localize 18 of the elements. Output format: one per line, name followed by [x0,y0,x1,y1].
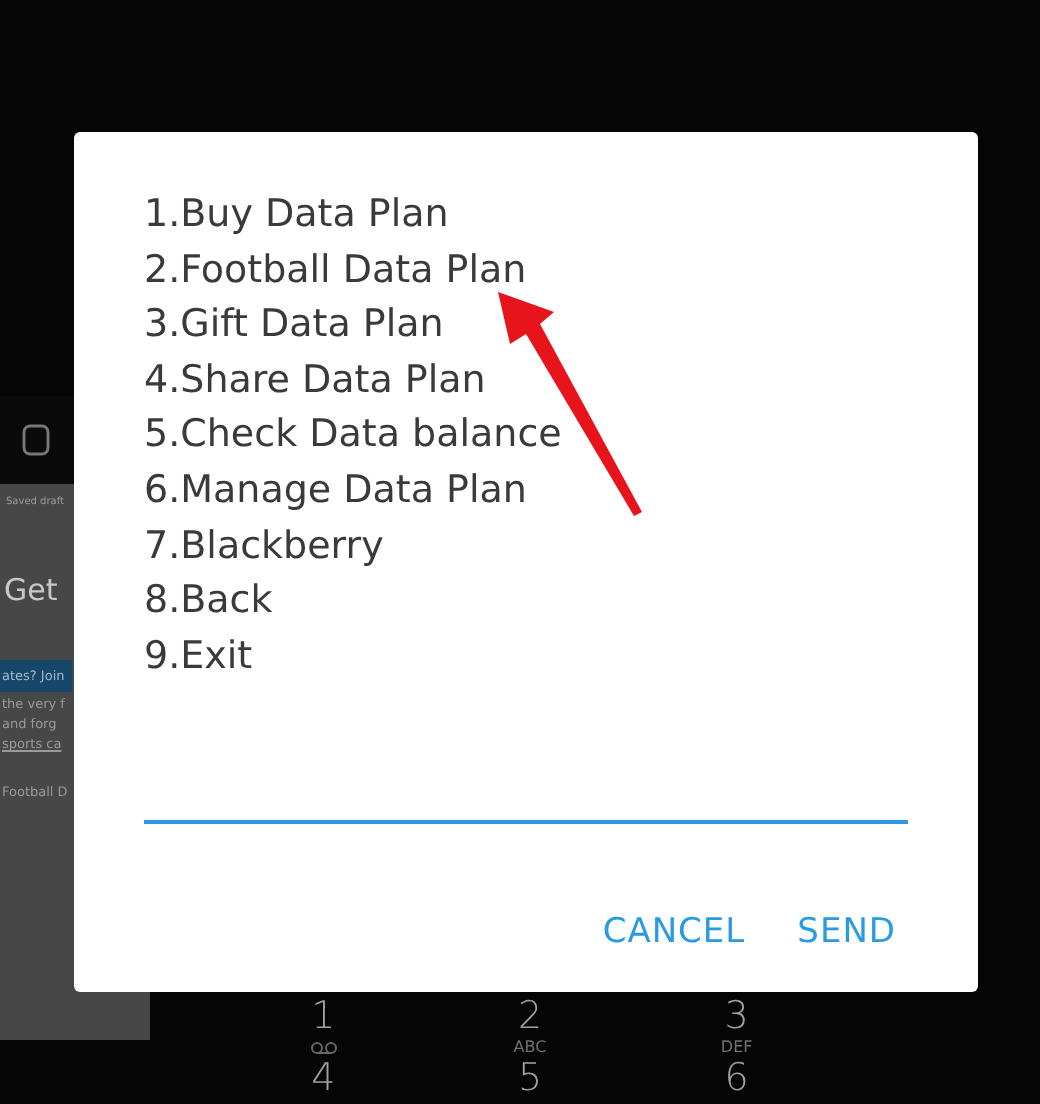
dial-key[interactable]: 2 ABC [426,996,634,1058]
dial-key[interactable]: 3 DEF [633,996,840,1058]
menu-option: 1.Buy Data Plan [144,188,908,244]
dial-key[interactable]: 6 [633,1058,840,1100]
menu-option: 7.Blackberry [144,519,908,575]
dial-key[interactable]: 1 [220,996,427,1058]
menu-option: 2.Football Data Plan [144,243,908,299]
menu-option: 5.Check Data balance [144,408,908,464]
menu-option: 3.Gift Data Plan [144,298,908,354]
menu-option: 4.Share Data Plan [144,353,908,409]
menu-option: 6.Manage Data Plan [144,463,908,520]
menu-option: 9.Exit [144,629,908,685]
dial-key[interactable]: 4 [220,1058,427,1100]
heading: Get [2,572,60,608]
app-icon [22,424,50,456]
menu-option: 8.Back [144,574,908,630]
voicemail-icon [309,1038,338,1058]
dial-key[interactable]: 5 [426,1058,634,1100]
